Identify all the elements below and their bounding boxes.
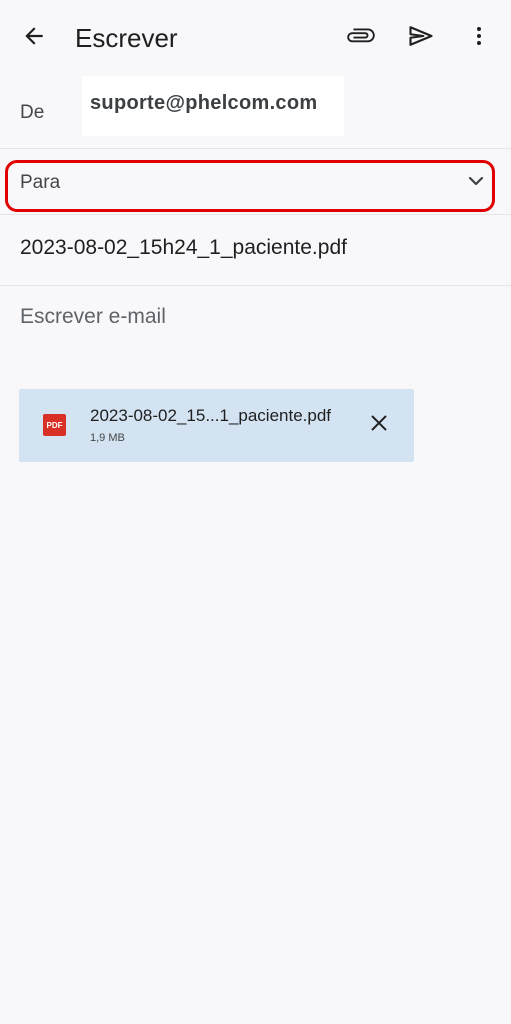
from-account-selector[interactable]: suporte@phelcom.com [82,76,344,136]
from-address: suporte@phelcom.com [90,92,318,114]
close-icon [368,412,390,439]
send-icon [407,22,435,55]
attachment-name: 2023-08-02_15...1_paciente.pdf [90,406,332,425]
body-field[interactable]: Escrever e-mail [20,305,166,329]
attachment-size: 1,9 MB [90,432,125,444]
compose-screen: Escrever De suporte@phelcom.com Para 202… [0,0,511,1024]
app-bar: Escrever [0,0,511,76]
page-title: Escrever [75,23,178,53]
to-row: Para [0,148,511,215]
attachment-chip[interactable]: PDF 2023-08-02_15...1_paciente.pdf 1,9 M… [19,389,414,462]
to-field[interactable]: Para [20,172,60,194]
send-button[interactable] [400,18,442,58]
arrow-back-icon [21,23,47,54]
paperclip-icon [346,21,376,56]
attach-button[interactable] [340,18,382,58]
pdf-file-icon: PDF [43,414,66,436]
from-label: De [20,102,45,123]
subject-row: 2023-08-02_15h24_1_paciente.pdf [0,214,511,286]
more-options-button[interactable] [460,18,498,58]
remove-attachment-button[interactable] [364,410,394,440]
back-button[interactable] [14,18,54,58]
to-field-highlight [5,160,495,212]
expand-recipients-button[interactable] [462,170,490,196]
more-vert-icon [467,24,491,53]
chevron-down-icon [464,169,488,198]
subject-field[interactable]: 2023-08-02_15h24_1_paciente.pdf [20,236,347,260]
from-row: De suporte@phelcom.com [0,76,511,149]
